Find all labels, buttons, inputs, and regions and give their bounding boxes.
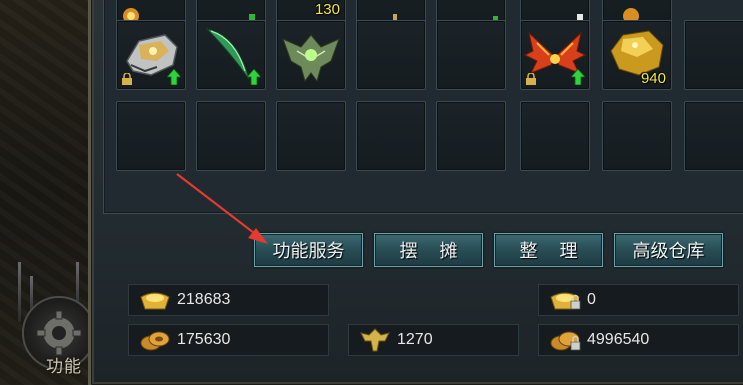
gold-ingot-field: 218683 — [128, 284, 329, 316]
locked-ingot-field: 0 — [538, 284, 739, 316]
inventory-slot-empty[interactable] — [684, 101, 743, 171]
advanced-warehouse-button[interactable]: 高级仓库 — [614, 233, 723, 267]
locked-coins-icon — [550, 331, 581, 351]
inventory-slot-empty[interactable] — [684, 20, 743, 90]
inventory-slot-empty[interactable] — [436, 20, 506, 90]
inventory-slot[interactable] — [520, 20, 590, 90]
honor-emblem-icon — [360, 328, 390, 352]
inventory-slot[interactable] — [276, 20, 346, 90]
arrange-button[interactable]: 整理 — [494, 233, 603, 267]
inventory-slot-empty[interactable] — [356, 101, 426, 171]
locked-coins-field: 4996540 — [538, 324, 739, 356]
inventory-slot-empty[interactable] — [520, 101, 590, 171]
inventory-slot-empty[interactable] — [196, 101, 266, 171]
inventory-slot-empty[interactable] — [602, 101, 672, 171]
gold-ingot-value: 218683 — [177, 291, 231, 308]
function-label: 功能 — [46, 357, 82, 377]
locked-ingot-value: 0 — [587, 291, 596, 308]
inventory-slot[interactable] — [196, 20, 266, 90]
game-window: 功能 130 940 功能服务 摆摊 整理 高级仓库 218683 0 1756… — [0, 0, 743, 385]
item-quantity: 130 — [314, 1, 340, 18]
coins-value: 175630 — [177, 331, 231, 348]
gold-ingot-icon — [140, 292, 170, 310]
trophy-value: 1270 — [397, 331, 433, 348]
item-quantity: 940 — [640, 70, 666, 87]
inventory-slot-empty[interactable] — [436, 101, 506, 171]
inventory-slot-empty[interactable] — [116, 101, 186, 171]
upgrade-arrow-icon — [247, 69, 261, 85]
lock-icon — [526, 73, 536, 85]
trophy-field: 1270 — [348, 324, 519, 356]
coins-field: 175630 — [128, 324, 329, 356]
inventory-slot-empty[interactable] — [276, 101, 346, 171]
winged-helm-icon — [282, 34, 340, 83]
function-service-button[interactable]: 功能服务 — [254, 233, 363, 267]
upgrade-arrow-icon — [571, 69, 585, 85]
coins-icon — [140, 331, 170, 351]
inventory-slot-empty[interactable] — [356, 20, 426, 90]
spike-decoration — [18, 262, 21, 322]
inventory-slot[interactable]: 940 — [602, 20, 672, 90]
lock-icon — [122, 73, 132, 85]
locked-coins-value: 4996540 — [587, 331, 650, 348]
stall-button[interactable]: 摆摊 — [374, 233, 483, 267]
inventory-slot[interactable] — [116, 20, 186, 90]
locked-ingot-icon — [550, 292, 581, 310]
upgrade-arrow-icon — [167, 69, 181, 85]
